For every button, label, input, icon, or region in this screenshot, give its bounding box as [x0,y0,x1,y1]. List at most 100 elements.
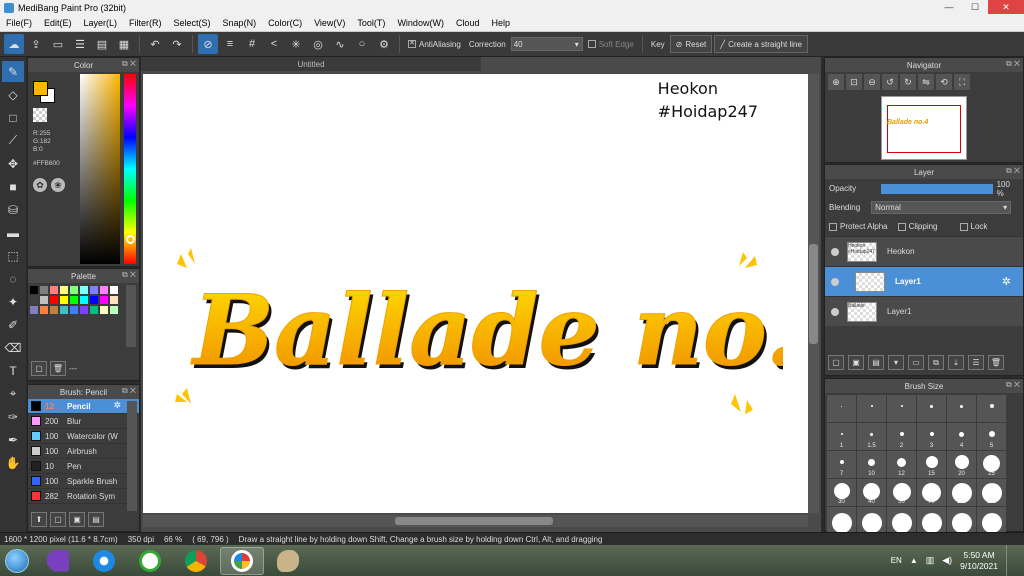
brush-size-cell[interactable]: 7 [827,451,856,478]
visibility-icon[interactable] [831,307,839,316]
straight-line-button[interactable]: ╱ Create a straight line [714,35,808,53]
undock-close-icon[interactable]: ⧉ ✕ [122,386,136,396]
menu-filter[interactable]: Filter(R) [123,18,168,28]
brush-scrollbar[interactable] [127,401,137,511]
palette-swatch[interactable] [80,296,88,304]
list-icon[interactable]: ▦ [114,34,134,54]
brush-settings-icon[interactable]: ▤ [88,512,104,527]
saturation-value-picker[interactable] [80,74,120,264]
palette-swatch[interactable] [40,296,48,304]
taskbar-app-green[interactable] [128,547,172,575]
lock-checkbox[interactable]: Lock [959,222,987,231]
rotate-right-icon[interactable]: ↻ [900,74,916,90]
arrow-up-icon[interactable]: ▲ [910,556,918,565]
brush-size-cell[interactable] [887,507,916,534]
bucket-tool-icon[interactable]: ⛁ [2,199,24,220]
add-palette-icon[interactable]: ▢ [31,361,47,376]
gear-icon[interactable]: ✲ [1002,275,1011,288]
taskbar-visual-studio[interactable] [36,547,80,575]
layer-item[interactable]: Heokon #Hoidap247 Heokon [825,236,1023,266]
brush-size-cell[interactable]: 5 [977,423,1006,450]
brush-size-cell[interactable]: 70 [917,479,946,506]
volume-icon[interactable]: ◀) [942,555,952,566]
hand-tool-icon[interactable]: ✋ [2,452,24,473]
brush-item[interactable]: 282 Rotation Sym [28,489,139,504]
new-8bit-layer-icon[interactable]: ▤ [868,355,884,370]
palette-swatch[interactable] [40,306,48,314]
new-brush-icon[interactable]: ▢ [50,512,66,527]
brush-size-cell[interactable] [887,395,916,422]
brush-size-cell[interactable]: 150 [977,479,1006,506]
horizontal-scrollbar[interactable] [143,515,808,527]
brush-size-cell[interactable]: 15 [917,451,946,478]
new-layer-icon[interactable]: ▢ [828,355,844,370]
select-pen-icon[interactable]: ✐ [2,314,24,335]
language-indicator[interactable]: EN [891,556,902,565]
clock[interactable]: 5:50 AM 9/10/2021 [960,550,998,572]
palette-swatch[interactable] [100,306,108,314]
zoom-fit-icon[interactable]: ⊡ [846,74,862,90]
comment-icon[interactable]: ▭ [48,34,68,54]
brush-size-cell[interactable] [827,395,856,422]
horizontal-scroll-thumb[interactable] [395,517,553,525]
color-wheel-icon[interactable]: ✿ [33,178,47,192]
palette-swatch[interactable] [100,286,108,294]
divide-tool-icon[interactable]: ⌖ [2,383,24,404]
menu-tool[interactable]: Tool(T) [351,18,391,28]
opacity-slider[interactable] [881,183,993,194]
gear-icon[interactable]: ✲ [113,400,121,411]
snap-off-icon[interactable]: ⊘ [198,34,218,54]
reset-button[interactable]: ⊘ Reset [669,35,713,53]
undo-icon[interactable]: ↶ [145,34,165,54]
palette-swatch[interactable] [80,306,88,314]
brush-size-cell[interactable] [857,395,886,422]
brush-size-cell[interactable] [947,395,976,422]
brush-size-cell[interactable] [977,507,1006,534]
palette-more[interactable]: --- [69,364,77,373]
minimize-button[interactable]: — [936,0,962,14]
fullscreen-icon[interactable]: ⛶ [954,74,970,90]
chat-icon[interactable]: ☰ [70,34,90,54]
palette-swatch[interactable] [90,306,98,314]
palette-swatch[interactable] [50,306,58,314]
settings-icon[interactable]: ⚙ [374,34,394,54]
add-brush-icon[interactable]: ▣ [69,512,85,527]
brush-item[interactable]: 10 Pen [28,459,139,474]
close-button[interactable]: ✕ [988,0,1024,14]
palette-swatch[interactable] [60,296,68,304]
zoom-in-icon[interactable]: ⊕ [828,74,844,90]
folder-icon[interactable]: ▭ [908,355,924,370]
menu-select[interactable]: Select(S) [168,18,217,28]
palette-swatch[interactable] [60,286,68,294]
palette-swatch[interactable] [50,296,58,304]
fill-rect-tool-icon[interactable]: ■ [2,176,24,197]
taskbar-paint[interactable] [266,547,310,575]
zoom-out-icon[interactable]: ⊖ [864,74,880,90]
brush-item[interactable]: 100 Airbrush [28,444,139,459]
layer-item[interactable]: Ballade Layer1 [825,296,1023,326]
cloud-icon[interactable]: ☁ [4,34,24,54]
line-tool-icon[interactable]: ⟋ [2,130,24,151]
protect-alpha-checkbox[interactable]: Protect Alpha [829,222,888,231]
layer-settings-icon[interactable]: ☰ [968,355,984,370]
curve-snap-icon[interactable]: ∿ [330,34,350,54]
brush-size-cell[interactable]: 4 [947,423,976,450]
brush-import-icon[interactable]: ⬆ [31,512,47,527]
blending-select[interactable]: Normal ▾ [871,201,1012,214]
hue-slider-handle[interactable] [126,235,135,244]
merge-down-icon[interactable]: ⤓ [948,355,964,370]
brush-size-cell[interactable]: 50 [887,479,916,506]
share-icon[interactable]: ⇪ [26,34,46,54]
taskbar-internet-explorer[interactable] [82,547,126,575]
palette-swatch[interactable] [110,286,118,294]
brush-item[interactable]: 12 Pencil ✲ [28,399,139,414]
text-tool-icon[interactable]: T [2,360,24,381]
rectangle-tool-icon[interactable]: □ [2,107,24,128]
reset-view-icon[interactable]: ⟲ [936,74,952,90]
undock-close-icon[interactable]: ⧉ ✕ [122,270,136,280]
eraser-tool-icon[interactable]: ◇ [2,84,24,105]
pen-tool-icon[interactable]: ✒ [2,429,24,450]
palette-swatch[interactable] [40,286,48,294]
brush-tool-icon[interactable]: ✎ [2,61,24,82]
palette-swatch[interactable] [110,306,118,314]
